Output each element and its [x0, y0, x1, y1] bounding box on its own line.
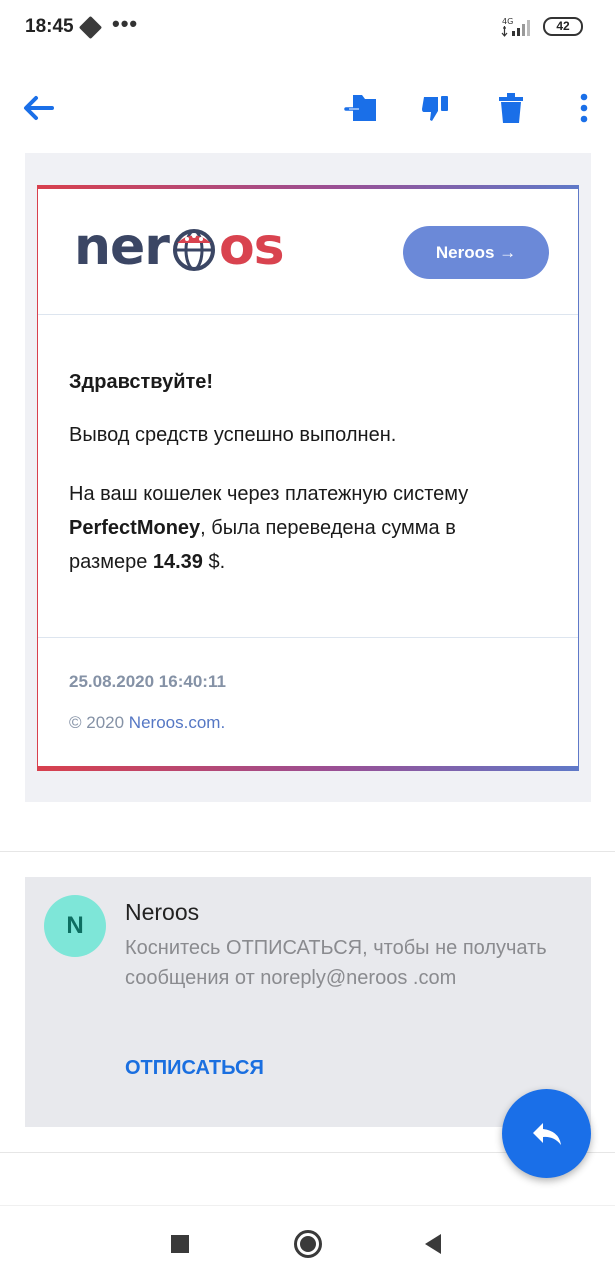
- logo-text-right: os: [218, 217, 285, 277]
- move-to-folder-icon: [344, 95, 376, 121]
- status-time: 18:45: [25, 16, 74, 37]
- unsubscribe-description: Коснитесь ОТПИСАТЬСЯ, чтобы не получать …: [125, 937, 547, 989]
- neroos-site-link[interactable]: Neroos.com.: [129, 713, 225, 732]
- delete-icon: [499, 93, 523, 123]
- globe-icon: [172, 229, 215, 271]
- message-line-2: На ваш кошелек через платежную систему P…: [69, 483, 469, 573]
- network-type-label: 4G: [502, 17, 513, 26]
- signal-icon: 4G: [501, 17, 530, 37]
- neroos-logo: ner os: [74, 217, 285, 277]
- greeting: Здравствуйте!: [69, 371, 214, 393]
- back-arrow-icon: [24, 96, 54, 120]
- reply-icon: [532, 1122, 561, 1145]
- toolbar: [0, 78, 615, 138]
- email-footer: 25.08.2020 16:40:11 © 2020 Neroos.com.: [38, 637, 578, 771]
- more-vert-icon: [580, 93, 588, 123]
- email-header: ner os Neroos →: [38, 189, 578, 315]
- sender-avatar: N: [44, 895, 106, 957]
- notification-app-icon: [78, 15, 103, 40]
- unsubscribe-button[interactable]: ОТПИСАТЬСЯ: [125, 1057, 264, 1080]
- navigation-bar: [0, 1205, 615, 1280]
- amount: 14.39: [152, 551, 203, 573]
- home-circle-icon: [294, 1230, 322, 1258]
- logo-text-left: ner: [74, 217, 170, 277]
- sender-name: Neroos: [125, 899, 200, 925]
- battery-icon: 42: [543, 17, 583, 36]
- delete-button[interactable]: [491, 88, 531, 128]
- neroos-link-button[interactable]: Neroos →: [403, 226, 549, 279]
- email-body-container: ner os Neroos → Здравствуйте! Вывод сред…: [25, 153, 591, 802]
- reply-button[interactable]: [502, 1089, 591, 1178]
- home-button[interactable]: [290, 1226, 326, 1262]
- recents-button[interactable]: [162, 1226, 198, 1262]
- message-line-1: Вывод средств успешно выполнен.: [69, 424, 397, 446]
- unsubscribe-panel: N Neroos Коснитесь ОТПИСАТЬСЯ, чтобы не …: [25, 877, 591, 1127]
- spam-button[interactable]: [416, 88, 456, 128]
- more-notifications-icon: •••: [112, 11, 139, 36]
- status-bar: 18:45 ••• 4G 42: [0, 0, 615, 56]
- email-card: ner os Neroos → Здравствуйте! Вывод сред…: [37, 185, 579, 771]
- system-back-button[interactable]: [415, 1226, 451, 1262]
- more-options-button[interactable]: [564, 88, 604, 128]
- back-button[interactable]: [18, 88, 58, 128]
- back-triangle-icon: [425, 1234, 441, 1254]
- footer-copyright: © 2020 Neroos.com.: [69, 713, 226, 732]
- divider: [0, 851, 615, 852]
- move-to-folder-button[interactable]: [341, 88, 381, 128]
- email-message: Здравствуйте! Вывод средств успешно выпо…: [69, 371, 539, 579]
- payment-system: PerfectMoney: [69, 517, 201, 539]
- footer-timestamp: 25.08.2020 16:40:11: [69, 672, 226, 691]
- spam-icon: [422, 96, 448, 121]
- recents-square-icon: [171, 1235, 189, 1253]
